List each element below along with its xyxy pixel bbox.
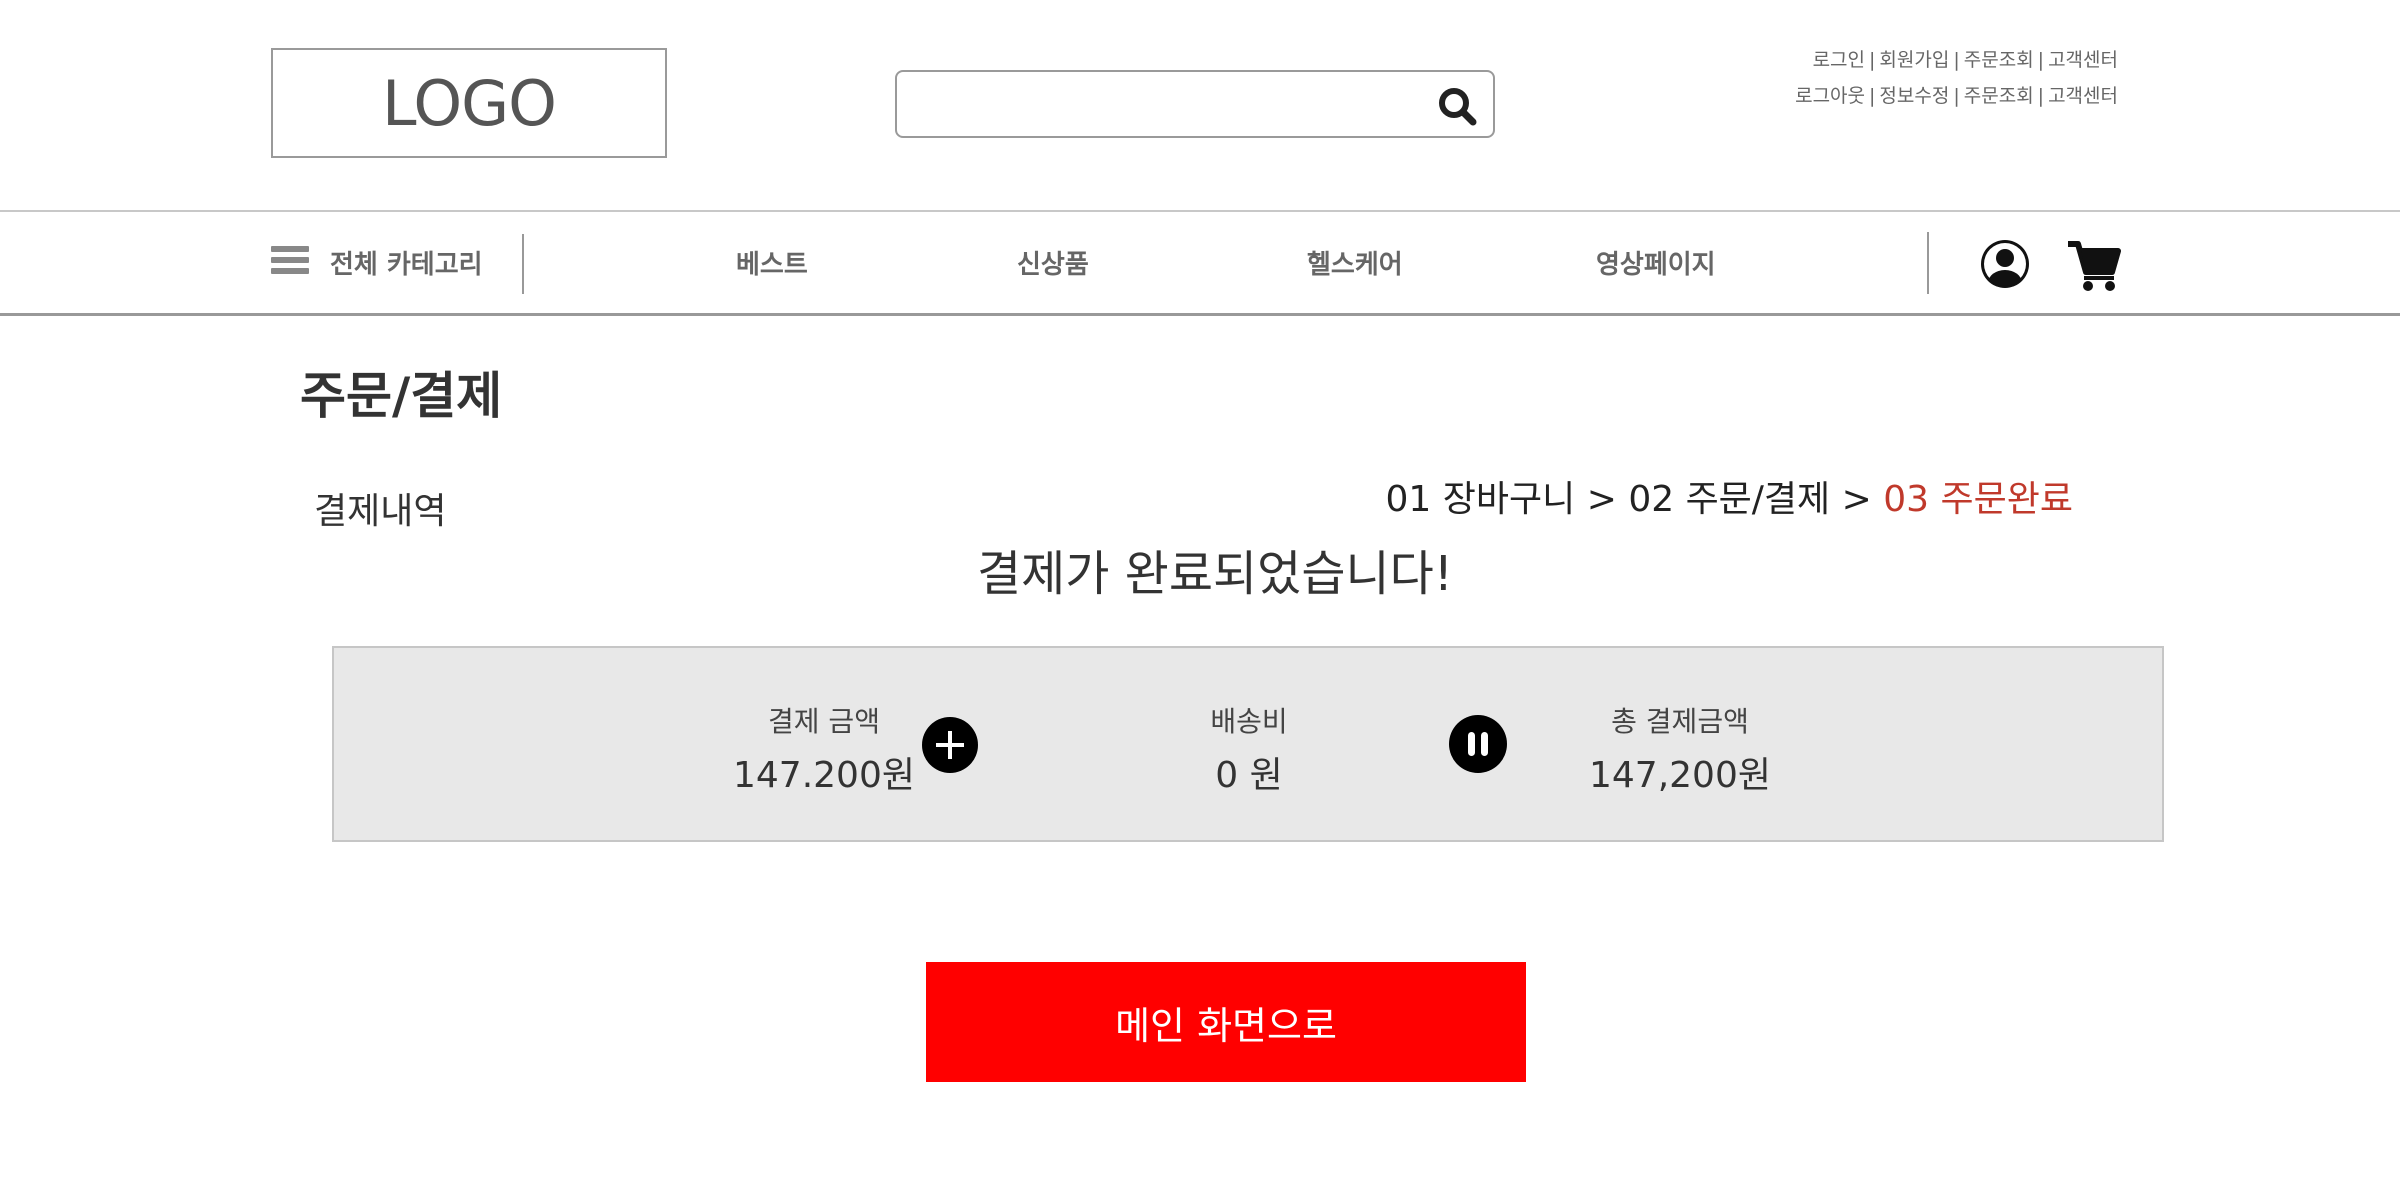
customer-center-link[interactable]: 고객센터 [2048, 85, 2118, 107]
payment-amount-value: 147.200원 [733, 755, 915, 796]
shipping-fee-label: 배송비 [1210, 705, 1288, 738]
nav-divider [522, 234, 524, 294]
shipping-fee-value: 0 원 [1215, 755, 1283, 796]
payment-amount: 결제 금액 147.200원 [704, 700, 944, 798]
order-steps-breadcrumb: 01 장바구니 > 02 주문/결제 > 03 주문완료 [1386, 470, 2074, 522]
step-order-complete: 03 주문완료 [1883, 479, 2073, 520]
search-bar [895, 70, 1495, 138]
cart-icon[interactable] [2066, 238, 2122, 292]
util-row-logged-in: 로그아웃 | 정보수정 | 주문조회 | 고객센터 [1795, 78, 2118, 114]
user-icon[interactable] [1978, 237, 2032, 291]
logo[interactable]: LOGO [271, 48, 667, 158]
nav-bottom-divider [0, 313, 2400, 316]
go-to-main-button[interactable]: 메인 화면으로 [926, 962, 1526, 1082]
total-payment-label: 총 결제금액 [1611, 705, 1749, 738]
util-separator: | [1869, 49, 1876, 71]
login-link[interactable]: 로그인 [1813, 49, 1865, 71]
nav-item-best[interactable]: 베스트 [736, 244, 808, 281]
util-separator: | [2037, 85, 2045, 107]
signup-link[interactable]: 회원가입 [1879, 49, 1949, 71]
plus-icon [922, 717, 978, 773]
customer-center-link[interactable]: 고객센터 [2048, 49, 2118, 71]
util-separator: | [2037, 49, 2045, 71]
all-categories-button[interactable]: 전체 카테고리 [330, 244, 483, 281]
logout-link[interactable]: 로그아웃 [1795, 85, 1865, 107]
nav-item-video[interactable]: 영상페이지 [1596, 244, 1716, 281]
total-payment: 총 결제금액 147,200원 [1560, 700, 1800, 798]
shipping-fee: 배송비 0 원 [1129, 700, 1369, 798]
total-payment-value: 147,200원 [1589, 755, 1771, 796]
search-input[interactable] [907, 80, 1407, 128]
equal-icon [1449, 715, 1507, 773]
nav-item-new[interactable]: 신상품 [1017, 244, 1089, 281]
step-separator: > [1841, 479, 1872, 520]
logo-text: LOGO [382, 66, 557, 140]
edit-info-link[interactable]: 정보수정 [1879, 85, 1949, 107]
util-separator: | [1869, 85, 1876, 107]
payment-amount-label: 결제 금액 [768, 705, 880, 738]
util-separator: | [1953, 85, 1960, 107]
hamburger-icon[interactable] [271, 246, 309, 282]
payment-summary: 결제 금액 147.200원 배송비 0 원 총 결제금액 147,200원 [332, 646, 2164, 842]
step-separator: > [1586, 479, 1617, 520]
util-row-logged-out: 로그인 | 회원가입 | 주문조회 | 고객센터 [1795, 42, 2118, 78]
util-separator: | [1953, 49, 1960, 71]
step-cart: 01 장바구니 [1385, 479, 1576, 520]
nav-top-divider [0, 210, 2400, 212]
page-title: 주문/결제 [300, 367, 503, 425]
order-lookup-link[interactable]: 주문조회 [1964, 49, 2034, 71]
payment-complete-message: 결제가 완료되었습니다! [976, 546, 1454, 602]
util-links: 로그인 | 회원가입 | 주문조회 | 고객센터 로그아웃 | 정보수정 | 주문조회 | 고객센터 [1795, 42, 2118, 114]
order-lookup-link[interactable]: 주문조회 [1964, 85, 2034, 107]
step-order-payment: 02 주문/결제 [1628, 479, 1831, 520]
nav-divider [1927, 232, 1929, 294]
nav-item-healthcare[interactable]: 헬스케어 [1307, 244, 1403, 281]
section-label: 결제내역 [314, 491, 447, 532]
search-icon[interactable] [1435, 84, 1479, 128]
